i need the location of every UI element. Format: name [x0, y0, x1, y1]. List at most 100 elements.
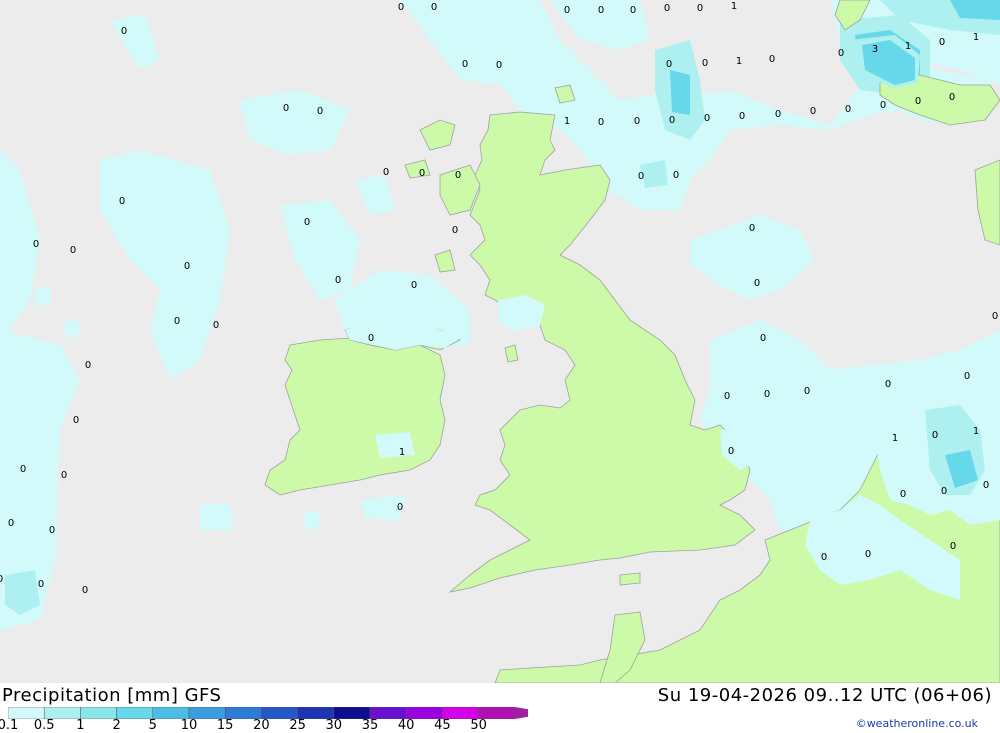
precip-value-label: 0 — [462, 59, 468, 70]
legend-tick-label: 15 — [216, 718, 234, 733]
precip-value-label: 0 — [411, 280, 417, 291]
precip-value-label: 1 — [564, 116, 570, 127]
precip-value-label: 0 — [666, 59, 672, 70]
precip-value-label: 0 — [673, 170, 679, 181]
precip-value-label: 0 — [452, 225, 458, 236]
precip-value-label: 0 — [630, 5, 636, 16]
legend-tick-label: 25 — [289, 718, 306, 733]
precip-value-label: 0 — [184, 261, 190, 272]
precip-value-label: 0 — [983, 480, 989, 491]
legend-tick-label: 30 — [325, 718, 343, 733]
precip-value-label: 0 — [564, 5, 570, 16]
precip-value-label: 0 — [885, 379, 891, 390]
precip-value-label: 0 — [915, 96, 921, 107]
precip-value-label: 0 — [760, 333, 766, 344]
precip-value-label: 0 — [704, 113, 710, 124]
precip-value-label: 0 — [950, 541, 956, 552]
precipitation-map: 0 0 0 0 0 0 0 1 0 0 0 0 0 1 0 0 3 1 0 1 0 0 0 0 0 1 0 0 0 0 0 0 0 0 0 0 0 0 0 0… — [0, 0, 1000, 683]
precip-value-label: 0 — [455, 170, 461, 181]
precip-value-label: 0 — [8, 518, 14, 529]
precip-value-label: 1 — [399, 447, 405, 458]
precip-value-label: 0 — [702, 58, 708, 69]
precip-value-label: 0 — [764, 389, 770, 400]
legend-tick-label: 40 — [397, 718, 415, 733]
precip-value-label: 0 — [880, 100, 886, 111]
precip-value-label: 1 — [973, 32, 979, 43]
precip-value-label: 0 — [121, 26, 127, 37]
precip-value-label: 0 — [598, 5, 604, 16]
precip-value-label: 0 — [634, 116, 640, 127]
precip-value-label: 0 — [724, 391, 730, 402]
precip-value-label: 0 — [398, 2, 404, 13]
precip-value-label: 0 — [932, 430, 938, 441]
precip-value-label: 0 — [669, 115, 675, 126]
legend-swatch — [80, 707, 117, 719]
precip-value-label: 0 — [0, 574, 3, 585]
precip-value-label: 0 — [383, 167, 389, 178]
precip-value-label: 0 — [598, 117, 604, 128]
precip-value-label: 0 — [174, 316, 180, 327]
precip-value-label: 0 — [638, 171, 644, 182]
precip-value-label: 0 — [845, 104, 851, 115]
legend-tick-label: 0.5 — [33, 718, 55, 733]
precip-value-label: 0 — [810, 106, 816, 117]
precip-value-label: 3 — [872, 44, 878, 55]
precip-value-label: 0 — [20, 464, 26, 475]
precip-value-label: 0 — [739, 111, 745, 122]
legend-tick-label: 20 — [253, 718, 270, 733]
precip-value-label: 0 — [941, 486, 947, 497]
precip-value-label: 0 — [283, 103, 289, 114]
precip-value-label: 1 — [905, 41, 911, 52]
precip-value-label: 0 — [949, 92, 955, 103]
precip-value-label: 0 — [119, 196, 125, 207]
legend-tick-label: 35 — [361, 718, 379, 733]
legend-tick-label: 50 — [470, 718, 487, 733]
legend-tick-label: 0.1 — [0, 718, 19, 733]
precip-value-label: 0 — [754, 278, 760, 289]
precip-value-label: 0 — [775, 109, 781, 120]
precip-value-label: 0 — [939, 37, 945, 48]
legend-tick-label: 45 — [434, 718, 451, 733]
precip-value-label: 0 — [85, 360, 91, 371]
precip-value-label: 0 — [697, 3, 703, 14]
precip-value-label: 0 — [419, 168, 425, 179]
legend-tick-label: 1 — [76, 718, 85, 733]
legend-tick-label: 10 — [180, 718, 198, 733]
precip-value-label: 0 — [900, 489, 906, 500]
precip-value-label: 0 — [821, 552, 827, 563]
precip-value-label: 0 — [728, 446, 734, 457]
precip-value-label: 0 — [49, 525, 55, 536]
precip-value-label: 0 — [73, 415, 79, 426]
precip-value-label: 0 — [865, 549, 871, 560]
footer-bar: Precipitation [mm] GFS Su 19-04-2026 09.… — [0, 683, 1000, 733]
precip-value-label: 0 — [335, 275, 341, 286]
precip-value-label: 0 — [992, 311, 998, 322]
precip-value-label: 0 — [61, 470, 67, 481]
precip-value-label: 1 — [892, 433, 898, 444]
precip-value-label: 1 — [731, 1, 737, 12]
legend-tick-label: 5 — [148, 718, 157, 733]
precip-value-label: 0 — [304, 217, 310, 228]
precip-value-label: 0 — [317, 106, 323, 117]
legend-swatch — [116, 707, 154, 719]
precip-value-label: 1 — [736, 56, 742, 67]
precip-value-label: 0 — [33, 239, 39, 250]
credit-link[interactable]: ©weatheronline.co.uk — [856, 717, 978, 730]
legend-overflow-arrow — [514, 707, 528, 719]
precip-value-label: 0 — [964, 371, 970, 382]
chart-title: Precipitation [mm] GFS — [2, 685, 222, 706]
precip-value-label: 0 — [749, 223, 755, 234]
precip-value-label: 0 — [70, 245, 76, 256]
precip-value-label: 0 — [82, 585, 88, 596]
legend-tick-label: 2 — [112, 718, 121, 733]
precip-value-label: 0 — [769, 54, 775, 65]
valid-datetime: Su 19-04-2026 09..12 UTC (06+06) — [657, 685, 992, 706]
precip-value-label: 0 — [213, 320, 219, 331]
precip-value-label: 0 — [804, 386, 810, 397]
precip-value-label: 0 — [664, 3, 670, 14]
precip-value-label: 0 — [496, 60, 502, 71]
precip-value-label: 0 — [431, 2, 437, 13]
precip-value-label: 0 — [368, 333, 374, 344]
precip-value-label: 0 — [38, 579, 44, 590]
precip-value-label: 0 — [397, 502, 403, 513]
